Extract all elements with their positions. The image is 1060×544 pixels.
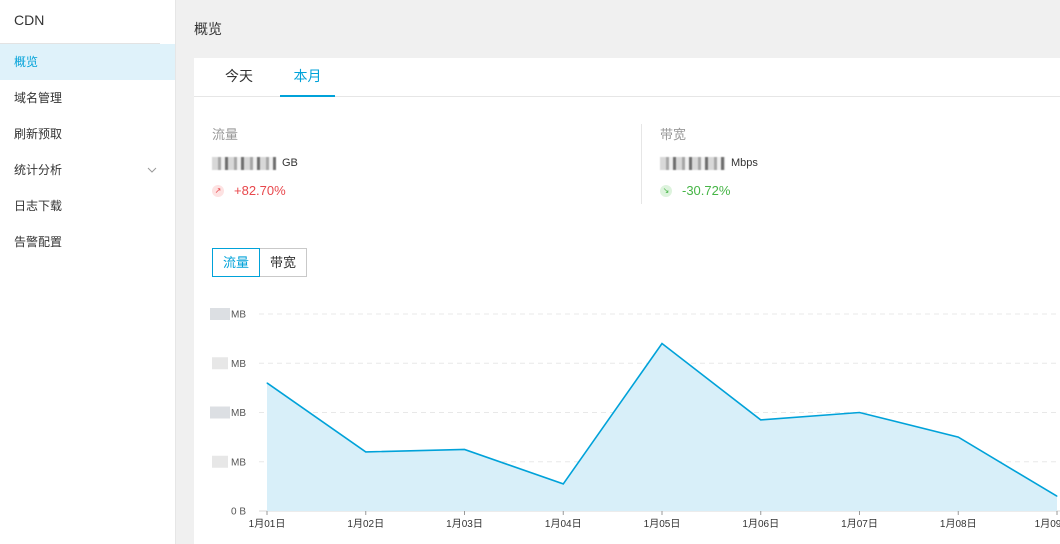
bandwidth-value: Mbps [660, 155, 758, 171]
y-tick-value-redacted [212, 357, 228, 370]
data-point [859, 412, 860, 413]
sidebar-item-label: 日志下载 [14, 199, 63, 213]
toggle-bandwidth-button[interactable]: 带宽 [259, 248, 308, 277]
sidebar-item-statistics[interactable]: 统计分析 [0, 152, 175, 188]
series-area [267, 343, 1057, 511]
overview-card: 今天 本月 流量 GB ↗ +82.70% 带宽 Mbps ↘ -30.72% [194, 58, 1060, 544]
x-tick-label: 1月04日 [545, 518, 582, 530]
sidebar: CDN 概览 域名管理 刷新预取 统计分析 日志下载 告警配置 [0, 0, 176, 544]
traffic-change-value: +82.70% [234, 183, 286, 198]
sidebar-item-label: 统计分析 [14, 163, 63, 177]
sidebar-item-log-download[interactable]: 日志下载 [0, 188, 175, 224]
tab-bar: 今天 本月 [194, 58, 1060, 97]
bandwidth-value-redacted [660, 156, 725, 170]
data-point [365, 451, 367, 453]
sidebar-title: CDN [0, 0, 160, 44]
x-tick-label: 1月05日 [644, 518, 681, 530]
bandwidth-label: 带宽 [660, 127, 687, 142]
data-point [661, 343, 663, 345]
traffic-change: ↗ +82.70% [212, 183, 298, 198]
x-tick-label: 1月03日 [446, 518, 483, 530]
y-tick-label: MB [231, 457, 246, 468]
y-tick-label: 0 B [231, 507, 246, 518]
data-point [464, 448, 465, 450]
x-tick-label: 1月09日 [1035, 518, 1060, 530]
main-content: 概览 今天 本月 流量 GB ↗ +82.70% 带宽 Mbps ↘ -30.7… [177, 0, 1060, 544]
y-tick-value-redacted [212, 455, 228, 468]
sidebar-item-domain-management[interactable]: 域名管理 [0, 80, 175, 116]
bandwidth-metric: 带宽 Mbps ↘ -30.72% [660, 124, 758, 198]
y-tick-label: MB [231, 359, 246, 370]
traffic-value: GB [212, 155, 298, 171]
data-point [957, 436, 959, 438]
metric-divider [641, 124, 642, 204]
chevron-down-icon [147, 167, 157, 173]
bandwidth-change-value: -30.72% [682, 183, 731, 198]
sidebar-item-label: 告警配置 [14, 235, 63, 249]
bandwidth-unit: Mbps [731, 157, 758, 169]
sidebar-item-overview[interactable]: 概览 [0, 44, 175, 80]
x-tick-label: 1月01日 [249, 518, 286, 530]
sidebar-item-label: 刷新预取 [14, 127, 63, 141]
data-point [760, 419, 762, 421]
sidebar-item-refresh-prefetch[interactable]: 刷新预取 [0, 116, 175, 152]
y-tick-label: MB [231, 408, 246, 419]
sidebar-item-label: 域名管理 [14, 91, 63, 105]
arrow-up-icon: ↗ [212, 184, 224, 197]
data-point [1056, 495, 1058, 497]
arrow-down-icon: ↘ [660, 184, 672, 197]
traffic-metric: 流量 GB ↗ +82.70% [212, 124, 298, 198]
sidebar-item-label: 概览 [14, 55, 39, 69]
data-point [266, 382, 268, 384]
x-tick-label: 1月07日 [841, 518, 878, 530]
data-point [562, 483, 564, 485]
y-tick-value-redacted [210, 406, 230, 419]
tab-this-month[interactable]: 本月 [280, 58, 335, 97]
traffic-value-redacted [212, 156, 276, 170]
x-tick-label: 1月06日 [742, 518, 779, 530]
chart-metric-toggle: 流量 带宽 [212, 248, 308, 277]
y-tick-value-redacted [210, 308, 230, 320]
y-tick-label: MB [231, 310, 246, 321]
x-tick-label: 1月02日 [347, 518, 384, 530]
sidebar-item-alert-config[interactable]: 告警配置 [0, 224, 175, 260]
bandwidth-change: ↘ -30.72% [660, 183, 758, 198]
tab-today[interactable]: 今天 [214, 58, 264, 97]
toggle-traffic-button[interactable]: 流量 [212, 248, 261, 277]
traffic-chart: 0 B MB MB MB MB 1月01日 1月02日 1月03日 1月04日 1月05日 1月06… [210, 308, 1060, 530]
page-title: 概览 [194, 21, 222, 37]
traffic-unit: GB [282, 157, 298, 169]
traffic-label: 流量 [212, 127, 239, 142]
x-tick-label: 1月08日 [940, 518, 977, 530]
